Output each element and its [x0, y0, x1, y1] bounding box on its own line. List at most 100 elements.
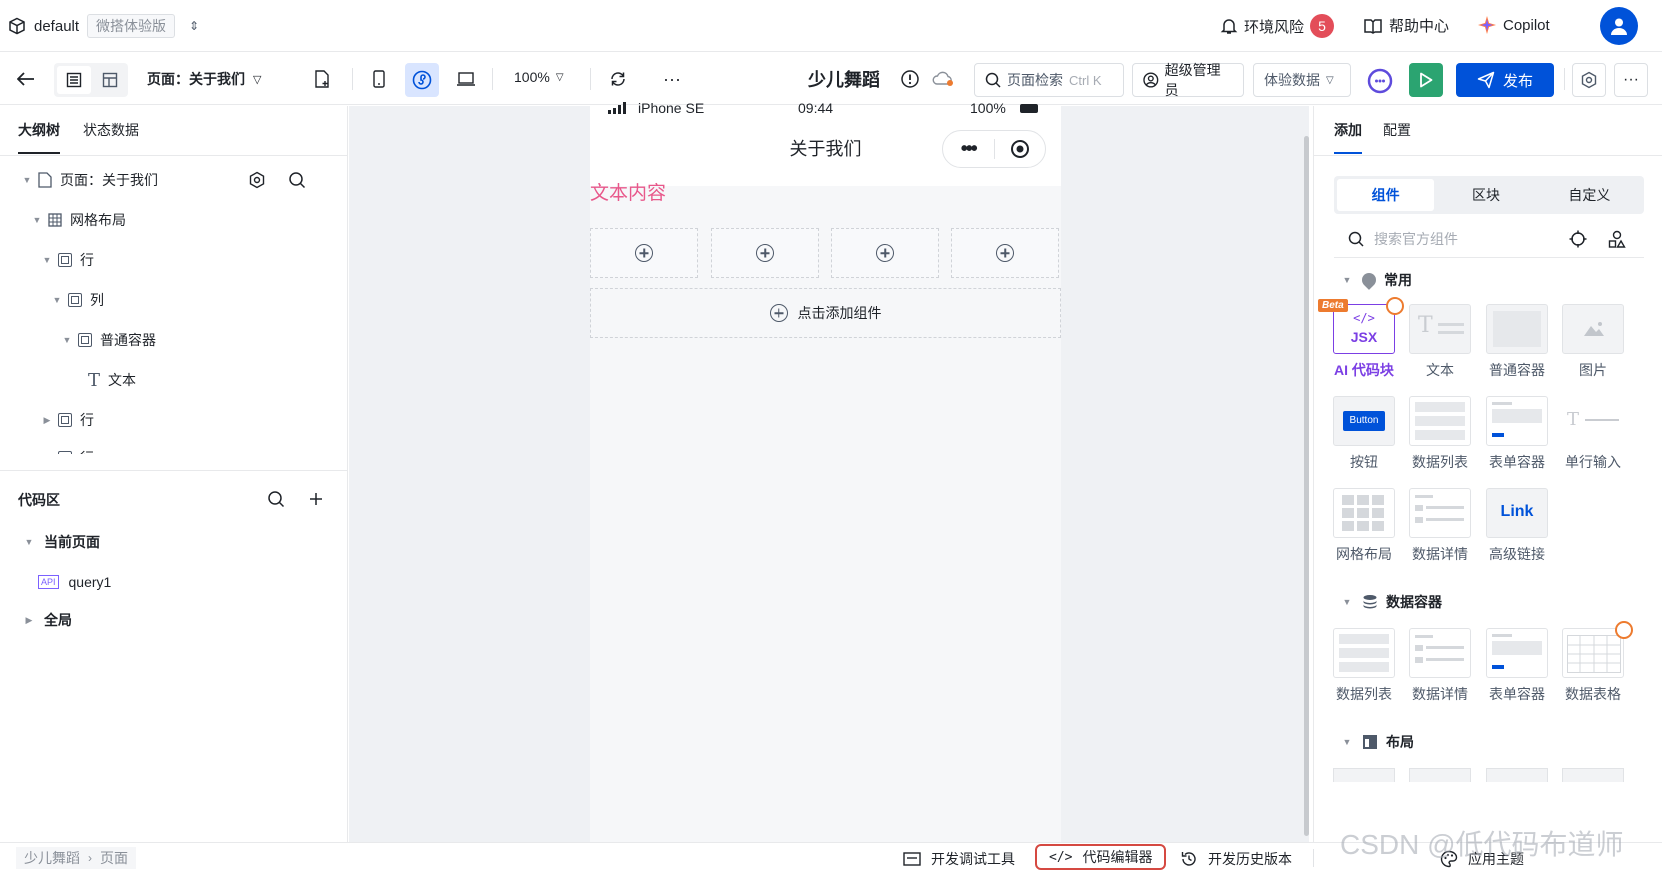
- component-text[interactable]: T 文本: [1407, 304, 1473, 380]
- history-icon: [1181, 852, 1196, 866]
- history-button[interactable]: 开发历史版本: [1180, 849, 1292, 869]
- chevron-down-icon: ▽: [253, 73, 262, 86]
- assistant-button[interactable]: [1364, 65, 1396, 97]
- tree-node-container[interactable]: ▼ 普通容器: [60, 324, 156, 356]
- jsx-thumb: </> JSX Beta: [1318, 297, 1404, 354]
- shapes-icon[interactable]: [1608, 230, 1626, 248]
- component-label: 图片: [1579, 362, 1607, 378]
- dev-tools-button[interactable]: 开发调试工具: [903, 849, 1015, 869]
- add-component-area[interactable]: 点击添加组件: [590, 288, 1061, 338]
- canvas-scrollbar[interactable]: [1304, 136, 1309, 836]
- close-target-icon[interactable]: [994, 139, 1045, 159]
- code-section-global[interactable]: ▶ 全局: [22, 604, 72, 636]
- layout-view-button[interactable]: [93, 66, 127, 94]
- publish-button[interactable]: 发布: [1456, 63, 1554, 97]
- code-editor-button[interactable]: </> 代码编辑器: [1035, 844, 1167, 870]
- layout-thumb[interactable]: [1486, 768, 1548, 782]
- outline-view-button[interactable]: [57, 66, 91, 94]
- section-common[interactable]: ▼ 常用: [1340, 270, 1412, 290]
- tab-state-data[interactable]: 状态数据: [83, 120, 139, 140]
- caret-down-icon: ▼: [62, 335, 72, 345]
- breadcrumb-app[interactable]: 少儿舞蹈: [24, 848, 80, 868]
- breadcrumb-page[interactable]: 页面: [100, 848, 128, 868]
- tree-node-row[interactable]: ▼ 行: [40, 244, 94, 276]
- more-options-button[interactable]: ···: [660, 67, 684, 91]
- container-icon: [58, 451, 72, 454]
- section-layout[interactable]: ▼ 布局: [1340, 732, 1414, 752]
- data-env-select[interactable]: 体验数据 ▽: [1253, 63, 1351, 97]
- phone-frame: iPhone SE 09:44 100% 关于我们 ••• 文本内容 点击添加组…: [590, 100, 1061, 842]
- tree-node-row[interactable]: ▶ 行: [40, 442, 94, 454]
- page-selector[interactable]: 页面：关于我们 ▽: [147, 69, 261, 89]
- code-section-current-page[interactable]: ▼ 当前页面: [22, 526, 100, 558]
- component-ai-code-block[interactable]: </> JSX Beta AI 代码块: [1318, 297, 1404, 380]
- grid-cell-add[interactable]: [590, 228, 698, 278]
- tree-node-grid-layout[interactable]: ▼ 网格布局: [30, 204, 126, 236]
- component-data-detail[interactable]: 数据详情: [1407, 488, 1473, 564]
- plus-icon[interactable]: [308, 491, 324, 507]
- layout-thumb[interactable]: [1333, 768, 1395, 782]
- database-icon: [1363, 595, 1377, 609]
- layout-thumb[interactable]: [1409, 768, 1471, 782]
- component-data-list[interactable]: 数据列表: [1331, 628, 1397, 704]
- segment-components[interactable]: 组件: [1337, 179, 1435, 211]
- back-button[interactable]: [14, 67, 38, 91]
- component-data-list[interactable]: 数据列表: [1407, 396, 1473, 472]
- crosshair-icon[interactable]: [1569, 230, 1587, 248]
- tab-outline-tree[interactable]: 大纲树: [18, 120, 60, 154]
- search-icon[interactable]: [267, 490, 285, 508]
- user-avatar[interactable]: [1600, 7, 1638, 45]
- add-page-button[interactable]: [310, 67, 334, 91]
- mobile-device-button[interactable]: [364, 65, 394, 93]
- more-icon[interactable]: •••: [943, 138, 994, 161]
- grid-cell-add[interactable]: [951, 228, 1059, 278]
- component-grid-layout[interactable]: 网格布局: [1331, 488, 1397, 564]
- layout-thumb[interactable]: [1562, 768, 1624, 782]
- component-image[interactable]: 图片: [1560, 304, 1626, 380]
- cloud-icon: [932, 71, 953, 86]
- cloud-sync-status[interactable]: [930, 67, 956, 91]
- component-button[interactable]: Button 按钮: [1331, 396, 1397, 472]
- preview-button[interactable]: [1409, 63, 1443, 97]
- segment-custom[interactable]: 自定义: [1538, 179, 1641, 211]
- component-single-input[interactable]: T 单行输入: [1560, 396, 1626, 472]
- component-container[interactable]: 普通容器: [1484, 304, 1550, 380]
- env-risk-button[interactable]: 环境风险 5: [1220, 14, 1335, 38]
- miniprogram-device-button[interactable]: [405, 63, 439, 97]
- grid-cell-add[interactable]: [711, 228, 819, 278]
- status-bar: iPhone SE: [608, 98, 704, 118]
- section-data-title: 数据容器: [1386, 594, 1442, 610]
- segment-blocks[interactable]: 区块: [1434, 179, 1537, 211]
- copilot-button[interactable]: Copilot: [1477, 15, 1550, 35]
- component-search-input[interactable]: 搜索官方组件: [1334, 220, 1644, 258]
- component-advanced-link[interactable]: Link 高级链接: [1484, 488, 1550, 564]
- layout-icon: [1363, 735, 1377, 749]
- component-data-table[interactable]: 数据表格: [1560, 621, 1633, 704]
- text-content[interactable]: 文本内容: [590, 178, 666, 205]
- role-switcher[interactable]: 超级管理员: [1132, 62, 1244, 98]
- data-env-label: 体验数据: [1264, 72, 1320, 88]
- tree-node-column[interactable]: ▼ 列: [50, 284, 104, 316]
- grid-cell-add[interactable]: [831, 228, 939, 278]
- refresh-button[interactable]: [606, 67, 630, 91]
- tab-config[interactable]: 配置: [1383, 120, 1411, 140]
- component-form-container[interactable]: 表单容器: [1484, 396, 1550, 472]
- tree-node-row[interactable]: ▶ 行: [40, 404, 94, 436]
- code-item-query1[interactable]: API query1: [38, 566, 111, 598]
- component-data-detail[interactable]: 数据详情: [1407, 628, 1473, 704]
- tree-node-text[interactable]: T 文本: [88, 364, 136, 396]
- desktop-device-button[interactable]: [451, 65, 481, 93]
- section-data-containers[interactable]: ▼ 数据容器: [1340, 592, 1442, 612]
- zoom-select[interactable]: 100% ▽: [514, 69, 564, 85]
- search-icon[interactable]: [288, 171, 306, 189]
- tab-add[interactable]: 添加: [1334, 120, 1362, 154]
- app-info-button[interactable]: [898, 67, 922, 91]
- tree-node-page[interactable]: ▼ 页面：关于我们: [20, 164, 340, 196]
- settings-button[interactable]: [1572, 63, 1606, 97]
- page-search-input[interactable]: 页面检索 Ctrl K: [974, 63, 1124, 97]
- help-center-link[interactable]: 帮助中心: [1363, 15, 1449, 36]
- component-form-container[interactable]: 表单容器: [1484, 628, 1550, 704]
- gear-icon[interactable]: [248, 171, 266, 189]
- workspace-switcher[interactable]: default 微搭体验版 ⇕: [8, 14, 199, 38]
- more-menu-button[interactable]: ···: [1614, 63, 1648, 97]
